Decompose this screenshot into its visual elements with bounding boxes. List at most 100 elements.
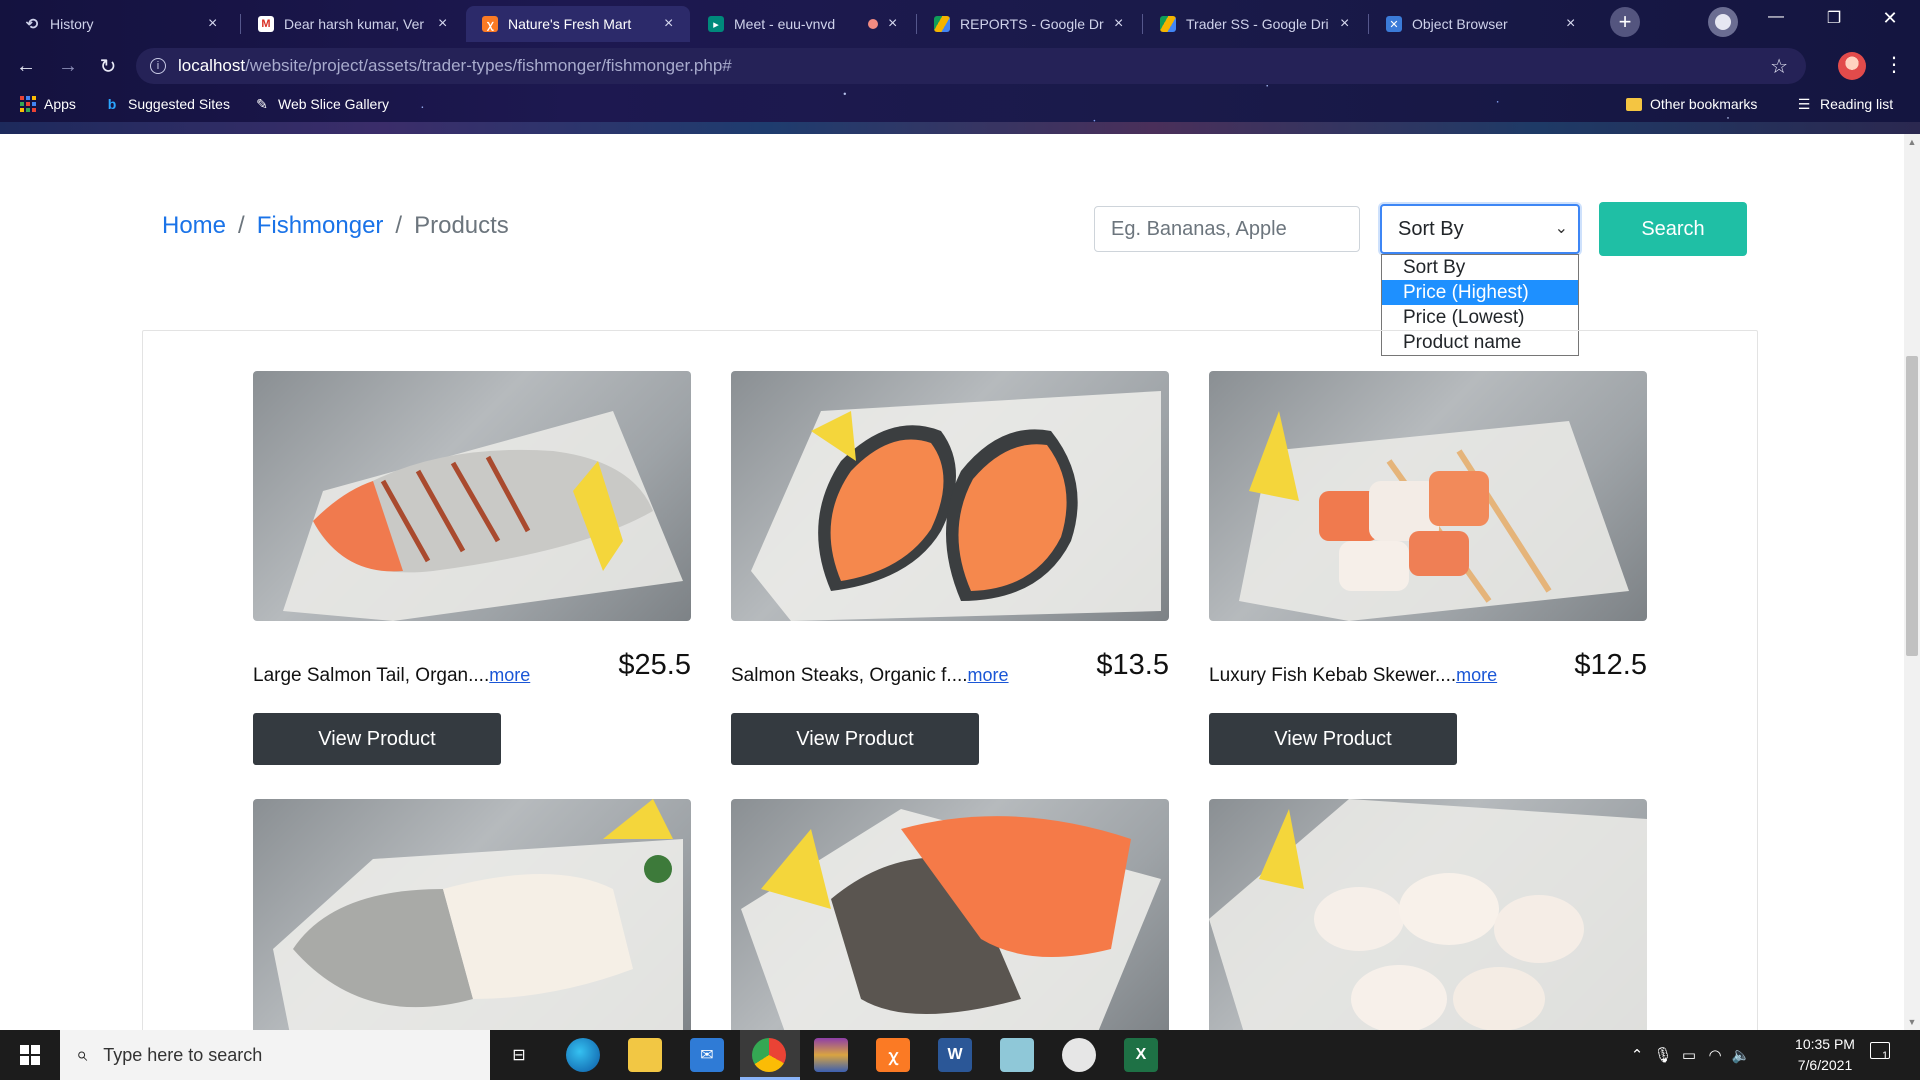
profile-avatar[interactable] [1838, 52, 1866, 80]
close-icon[interactable]: × [1114, 16, 1128, 32]
close-window-button[interactable]: ✕ [1876, 8, 1904, 29]
word-icon[interactable]: W [938, 1038, 972, 1072]
tab-trader-drive[interactable]: Trader SS - Google Dri × [1144, 6, 1366, 42]
bookmark-other[interactable]: Other bookmarks [1626, 96, 1757, 112]
close-icon[interactable]: × [208, 16, 222, 32]
search-button[interactable]: Search [1599, 202, 1747, 256]
product-card: Large Salmon Tail, Organ....more $25.5 V… [253, 371, 691, 765]
scroll-down-icon[interactable]: ▼ [1906, 1016, 1918, 1028]
microphone-icon[interactable]: 🎙 [1650, 1046, 1676, 1064]
fish-kebab-image [1239, 411, 1629, 621]
tab-meet[interactable]: ▸ Meet - euu-vnvd × [692, 6, 914, 42]
tab-separator [1368, 14, 1369, 34]
folder-icon [1626, 97, 1642, 111]
google-meet-icon: ▸ [708, 16, 724, 32]
sort-option-price-lowest[interactable]: Price (Lowest) [1382, 305, 1578, 330]
tab-separator [240, 14, 241, 34]
bookmark-web-slice[interactable]: ✎ Web Slice Gallery [254, 95, 389, 113]
volume-icon[interactable]: 🔈 [1728, 1046, 1754, 1064]
more-link[interactable]: more [489, 665, 530, 685]
more-link[interactable]: more [1456, 665, 1497, 685]
fish-fillet-image [273, 799, 683, 1030]
view-product-button[interactable]: View Product [1209, 713, 1457, 765]
forward-button[interactable]: → [54, 52, 82, 80]
view-product-button[interactable]: View Product [253, 713, 501, 765]
tab-object-browser[interactable]: ✕ Object Browser × [1370, 6, 1592, 42]
file-explorer-icon[interactable] [628, 1038, 662, 1072]
close-icon[interactable]: × [1340, 16, 1354, 32]
product-image[interactable] [253, 371, 691, 621]
sort-option-default[interactable]: Sort By [1382, 255, 1578, 280]
back-button[interactable]: ← [12, 52, 40, 80]
scrollbar-thumb[interactable] [1906, 356, 1918, 656]
browser-chrome: ⟲ History × M Dear harsh kumar, Ver × ꭓ … [0, 0, 1920, 134]
view-product-button[interactable]: View Product [731, 713, 979, 765]
winrar-icon[interactable] [814, 1038, 848, 1072]
clock-date: 7/6/2021 [1797, 1057, 1853, 1073]
close-icon[interactable]: × [664, 16, 678, 32]
salmon-tail-image [283, 411, 683, 621]
product-image[interactable] [1209, 371, 1647, 621]
notification-icon[interactable]: 1 [1870, 1042, 1896, 1066]
salmon-steaks-image [751, 391, 1161, 621]
battery-icon[interactable]: ▭ [1676, 1046, 1702, 1064]
close-icon[interactable]: × [888, 16, 902, 32]
product-search-input[interactable] [1094, 206, 1360, 252]
sort-option-price-highest[interactable]: Price (Highest) [1382, 280, 1578, 305]
product-image[interactable] [731, 371, 1169, 621]
chevron-up-icon[interactable]: ⌃ [1624, 1046, 1650, 1064]
scroll-up-icon[interactable]: ▲ [1906, 136, 1918, 148]
tab-reports-drive[interactable]: REPORTS - Google Dri × [918, 6, 1140, 42]
tab-history[interactable]: ⟲ History × [8, 6, 234, 42]
salmon-fillet-image [741, 809, 1161, 1030]
tab-search-button[interactable] [1708, 7, 1738, 37]
product-info: Large Salmon Tail, Organ....more $25.5 [253, 621, 691, 713]
task-view-icon[interactable]: ⊟ [502, 1038, 536, 1072]
product-name: Salmon Steaks, Organic f....more [731, 665, 1009, 687]
paint-icon[interactable] [1062, 1038, 1096, 1072]
breadcrumb-fishmonger-link[interactable]: Fishmonger [257, 212, 384, 240]
tab-strip: ⟲ History × M Dear harsh kumar, Ver × ꭓ … [0, 0, 1920, 42]
tab-natures-fresh-mart[interactable]: ꭓ Nature's Fresh Mart × [466, 6, 690, 42]
browser-toolbar: ← → ↻ i localhost/website/project/assets… [0, 46, 1920, 86]
snipping-tool-icon[interactable] [1000, 1038, 1034, 1072]
wifi-icon[interactable]: ◠ [1702, 1046, 1728, 1064]
address-bar[interactable]: i localhost/website/project/assets/trade… [136, 48, 1806, 84]
start-button[interactable] [0, 1030, 60, 1080]
products-panel: Large Salmon Tail, Organ....more $25.5 V… [142, 330, 1758, 1030]
xampp-taskbar-icon[interactable]: ꭓ [876, 1038, 910, 1072]
breadcrumb-separator: / [238, 212, 245, 239]
product-name: Large Salmon Tail, Organ....more [253, 665, 530, 687]
more-link[interactable]: more [968, 665, 1009, 685]
info-icon[interactable]: i [150, 58, 166, 74]
breadcrumb-home-link[interactable]: Home [162, 212, 226, 240]
restore-button[interactable]: ❐ [1820, 8, 1848, 28]
web-slice-icon: ✎ [256, 95, 268, 112]
close-icon[interactable]: × [1566, 16, 1580, 32]
tab-gmail[interactable]: M Dear harsh kumar, Ver × [242, 6, 464, 42]
product-image[interactable] [731, 799, 1169, 1030]
breadcrumb-current: Products [414, 212, 509, 239]
sort-by-select[interactable]: Sort By ⌄ [1380, 204, 1580, 254]
bookmark-apps[interactable]: Apps [20, 96, 76, 112]
taskbar-search-box[interactable]: ⌕ Type here to search [60, 1030, 490, 1080]
xampp-icon: ꭓ [482, 16, 498, 32]
chrome-icon[interactable] [752, 1038, 786, 1072]
product-image[interactable] [253, 799, 691, 1030]
bookmark-suggested-sites[interactable]: b Suggested Sites [104, 96, 230, 112]
minimize-button[interactable]: — [1762, 8, 1790, 26]
bookmark-reading-list[interactable]: ☰ Reading list [1796, 96, 1893, 113]
new-tab-button[interactable]: + [1610, 7, 1640, 37]
tab-title: History [50, 16, 94, 32]
excel-icon[interactable]: X [1124, 1038, 1158, 1072]
reload-button[interactable]: ↻ [94, 52, 122, 80]
edge-icon[interactable] [566, 1038, 600, 1072]
product-price: $25.5 [618, 649, 691, 681]
menu-icon[interactable]: ⋮ [1884, 52, 1904, 77]
tab-title: Object Browser [1412, 16, 1508, 32]
product-image[interactable] [1209, 799, 1647, 1030]
close-icon[interactable]: × [438, 16, 452, 32]
star-icon[interactable]: ☆ [1770, 54, 1788, 79]
mail-icon[interactable]: ✉ [690, 1038, 724, 1072]
taskbar-clock[interactable]: 10:35 PM 7/6/2021 [1770, 1034, 1880, 1076]
